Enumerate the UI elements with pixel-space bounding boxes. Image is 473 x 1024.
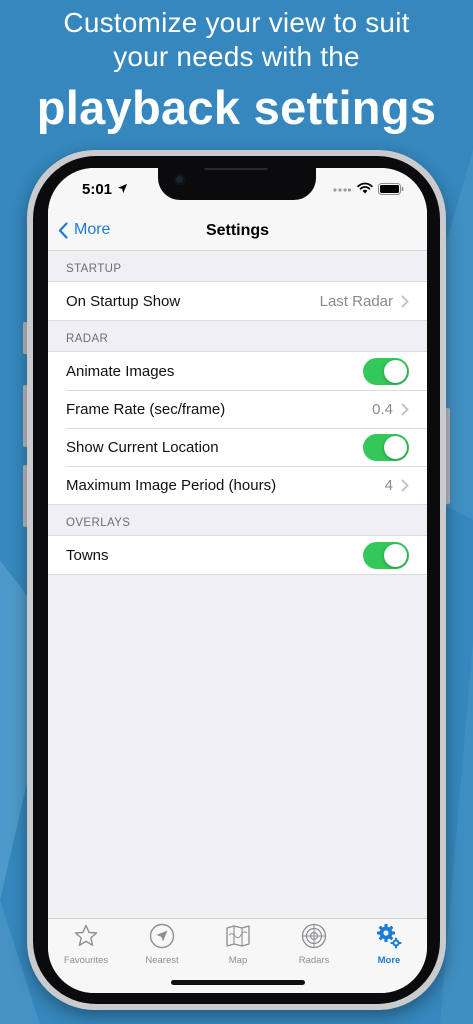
page-title: Settings [205, 222, 270, 239]
row-maximum-image-period[interactable]: Maximum Image Period (hours) 4 [48, 466, 427, 504]
row-label: Towns [66, 546, 109, 564]
row-frame-rate[interactable]: Frame Rate (sec/frame) 0.4 [48, 390, 427, 428]
headline-line-3: playback settings [36, 81, 437, 134]
speaker [204, 168, 268, 170]
front-camera [174, 174, 185, 185]
row-value: 0.4 [372, 400, 393, 418]
radar-target-icon [301, 923, 327, 949]
chevron-right-icon [401, 295, 409, 307]
map-icon [226, 925, 250, 947]
cellular-signal-icon [333, 188, 351, 192]
row-value: Last Radar [319, 292, 393, 310]
section-header-startup: STARTUP [66, 263, 122, 275]
row-animate-images: Animate Images [48, 352, 427, 390]
show-location-toggle[interactable] [363, 433, 409, 461]
tab-label: Map [228, 955, 248, 966]
chevron-right-icon [401, 403, 409, 415]
marketing-headline: Customize your view to suit your needs w… [0, 6, 473, 138]
status-time: 5:01 [82, 181, 113, 198]
section-header-overlays: OVERLAYS [66, 517, 131, 529]
gears-icon [377, 924, 402, 949]
tab-map[interactable]: Map [200, 923, 276, 966]
tab-radars[interactable]: Radars [276, 923, 352, 966]
tab-more[interactable]: More [351, 923, 427, 966]
row-show-current-location: Show Current Location [48, 428, 427, 466]
tab-nearest[interactable]: Nearest [124, 923, 200, 966]
toggle-knob [384, 543, 407, 567]
row-on-startup-show[interactable]: On Startup Show Last Radar [48, 282, 427, 320]
notch [158, 168, 316, 200]
headline-line-2: your needs with the [113, 41, 360, 72]
location-arrow-icon [149, 923, 175, 949]
settings-list: STARTUP On Startup Show Last Radar RADAR… [48, 251, 427, 575]
toggle-knob [384, 435, 407, 459]
row-value: 4 [384, 476, 393, 494]
home-indicator [171, 980, 305, 985]
tab-label: Radars [298, 955, 330, 966]
row-label: Maximum Image Period (hours) [66, 476, 277, 494]
row-towns: Towns [48, 536, 427, 574]
group-radar: Animate Images Frame Rate (sec/frame) 0.… [48, 351, 427, 505]
section-header-radar: RADAR [66, 333, 109, 345]
location-services-icon [117, 183, 128, 194]
star-icon [74, 924, 98, 946]
chevron-right-icon [401, 479, 409, 491]
battery-icon [378, 183, 404, 195]
phone-screen: 5:01 More Settings STARTUP On Startup Sh… [48, 168, 427, 993]
row-label: On Startup Show [66, 292, 181, 310]
towns-toggle[interactable] [363, 541, 409, 569]
group-overlays: Towns [48, 535, 427, 575]
toggle-knob [384, 359, 407, 383]
navigation-bar: More Settings [48, 212, 427, 251]
animate-images-toggle[interactable] [363, 357, 409, 385]
group-startup: On Startup Show Last Radar [48, 281, 427, 321]
headline-line-1: Customize your view to suit [63, 7, 410, 38]
tab-label: Favourites [63, 955, 109, 966]
tab-label: More [377, 955, 401, 966]
row-label: Animate Images [66, 362, 175, 380]
row-label: Frame Rate (sec/frame) [66, 400, 226, 418]
tab-label: Nearest [145, 955, 179, 966]
wifi-icon [357, 182, 373, 194]
row-label: Show Current Location [66, 438, 219, 456]
tab-favourites[interactable]: Favourites [48, 923, 124, 966]
